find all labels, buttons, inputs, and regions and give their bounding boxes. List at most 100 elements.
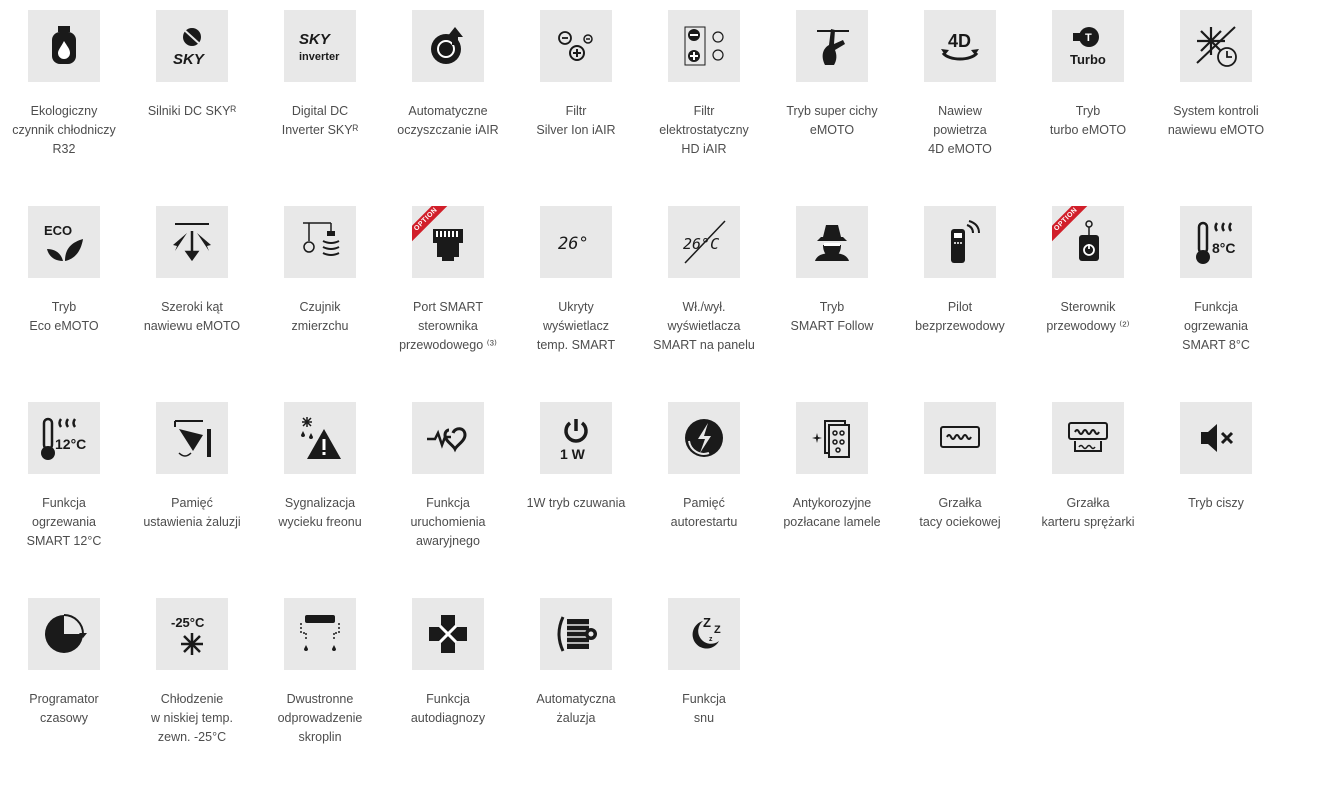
feature-tile[interactable] <box>796 206 868 278</box>
svg-text:-25°C: -25°C <box>171 615 205 630</box>
feature-tile[interactable]: OPTION <box>1052 206 1124 278</box>
feature-tile[interactable]: ECO <box>28 206 100 278</box>
auto-clean-icon <box>425 23 471 69</box>
feature-item: ECO Tryb Eco eMOTO <box>8 206 120 402</box>
feature-item: Grzałka tacy ociekowej <box>904 402 1016 598</box>
feature-tile[interactable] <box>924 402 996 474</box>
feature-label: Pamięć autorestartu <box>670 496 738 529</box>
feature-tile[interactable]: 12°C <box>28 402 100 474</box>
feature-tile[interactable]: 1 W <box>540 402 612 474</box>
feature-tile[interactable] <box>796 402 868 474</box>
feature-tile[interactable] <box>924 206 996 278</box>
feature-label: Sterownik przewodowy ⁽²⁾ <box>1046 300 1130 333</box>
feature-tile[interactable]: T Turbo <box>1052 10 1124 82</box>
feature-item: T Turbo Tryb turbo eMOTO <box>1032 10 1144 206</box>
freon-leak-warning-icon <box>297 415 343 461</box>
feature-item: -25°C Chłodzenie w niskiej temp. zewn. -2… <box>136 598 248 794</box>
feature-label: Chłodzenie w niskiej temp. zewn. -25°C <box>151 692 233 744</box>
svg-text:inverter: inverter <box>299 51 340 63</box>
feature-tile[interactable] <box>1180 402 1252 474</box>
feature-tile[interactable] <box>412 598 484 670</box>
feature-label: Funkcja ogrzewania SMART 8°C <box>1182 300 1250 352</box>
feature-label: Digital DC Inverter SKYᴿ <box>281 104 359 137</box>
feature-item: Antykorozyjne pozłacane lamele <box>776 402 888 598</box>
feature-label: Automatyczna żaluzja <box>536 692 616 725</box>
feature-item: Z Zz Funkcja snu <box>648 598 760 794</box>
feature-tile[interactable] <box>28 598 100 670</box>
feature-item: Programator czasowy <box>8 598 120 794</box>
feature-item: Funkcja autodiagnozy <box>392 598 504 794</box>
feature-item: Pamięć ustawienia żaluzji <box>136 402 248 598</box>
feature-tile[interactable]: -25°C <box>156 598 228 670</box>
svg-text:Turbo: Turbo <box>1070 52 1106 67</box>
feature-item: Tryb super cichy eMOTO <box>776 10 888 206</box>
feature-tile[interactable] <box>156 206 228 278</box>
feature-icon-grid: Ekologiczny czynnik chłodniczy R32 SKY Sil… <box>0 10 1342 794</box>
svg-text:4D: 4D <box>948 31 971 51</box>
feature-item: Sygnalizacja wycieku freonu <box>264 402 376 598</box>
feature-label: Funkcja uruchomienia awaryjnego <box>410 496 486 548</box>
feature-item: SKY Silniki DC SKYᴿ <box>136 10 248 206</box>
mute-icon <box>1193 415 1239 461</box>
feature-tile[interactable]: 4D <box>924 10 996 82</box>
feature-item: Tryb SMART Follow <box>776 206 888 402</box>
svg-text:T: T <box>1085 32 1092 44</box>
feature-tile[interactable] <box>540 10 612 82</box>
feature-item: OPTION Port SMART sterownika przewodowego… <box>392 206 504 402</box>
feature-tile[interactable] <box>156 402 228 474</box>
auto-louver-icon <box>553 611 599 657</box>
feature-item: 26°C Wł./wył. wyświetlacza SMART na panel… <box>648 206 760 402</box>
feature-label: Sygnalizacja wycieku freonu <box>278 496 362 529</box>
feature-tile[interactable]: SKY inverter <box>284 10 356 82</box>
feature-tile[interactable] <box>284 402 356 474</box>
timer-icon <box>41 611 87 657</box>
feature-item: Czujnik zmierzchu <box>264 206 376 402</box>
silver-ion-filter-icon <box>553 23 599 69</box>
feature-tile[interactable] <box>284 206 356 278</box>
feature-tile[interactable]: SKY <box>156 10 228 82</box>
feature-label: Silniki DC SKYᴿ <box>147 104 237 118</box>
feature-item: Pilot bezprzewodowy <box>904 206 1016 402</box>
super-quiet-icon <box>809 23 855 69</box>
feature-label: Tryb turbo eMOTO <box>1049 104 1127 137</box>
low-temp-cooling-icon: -25°C <box>169 611 215 657</box>
feature-tile[interactable] <box>540 598 612 670</box>
feature-tile[interactable] <box>796 10 868 82</box>
eco-leaf-icon: ECO <box>41 219 87 265</box>
crankcase-heater-icon <box>1065 415 1111 461</box>
feature-tile[interactable] <box>412 402 484 474</box>
heating-8c-icon: 8°C <box>1193 219 1239 265</box>
feature-tile[interactable]: 26° <box>540 206 612 278</box>
feature-tile[interactable] <box>1052 402 1124 474</box>
svg-text:12°C: 12°C <box>55 436 86 452</box>
wide-angle-airflow-icon <box>169 219 215 265</box>
feature-item: 1 W 1W tryb czuwania <box>520 402 632 598</box>
feature-tile[interactable]: OPTION <box>412 206 484 278</box>
feature-item: 26° Ukryty wyświetlacz temp. SMART <box>520 206 632 402</box>
feature-tile[interactable] <box>412 10 484 82</box>
feature-label: Grzałka karteru sprężarki <box>1041 496 1135 529</box>
feature-tile[interactable] <box>28 10 100 82</box>
drain-pan-heater-icon <box>937 415 983 461</box>
feature-label: Funkcja autodiagnozy <box>410 692 486 725</box>
feature-tile[interactable] <box>284 598 356 670</box>
feature-tile[interactable] <box>668 402 740 474</box>
feature-label: 1W tryb czuwania <box>526 496 626 510</box>
feature-label: Automatyczne oczyszczanie iAIR <box>397 104 499 137</box>
feature-tile[interactable]: 26°C <box>668 206 740 278</box>
display-toggle-icon: 26°C <box>681 219 727 265</box>
feature-tile[interactable] <box>1180 10 1252 82</box>
feature-item: Automatyczna żaluzja <box>520 598 632 794</box>
feature-tile[interactable]: ZZz <box>668 598 740 670</box>
svg-text:1 W: 1 W <box>560 446 586 461</box>
feature-tile[interactable] <box>668 10 740 82</box>
gas-cylinder-icon <box>41 23 87 69</box>
feature-label: Grzałka tacy ociekowej <box>919 496 1001 529</box>
feature-label: Funkcja ogrzewania SMART 12°C <box>26 496 102 548</box>
feature-tile[interactable]: 8°C <box>1180 206 1252 278</box>
feature-label: System kontroli nawiewu eMOTO <box>1167 104 1265 137</box>
feature-item: 4D Nawiew powietrza 4D eMOTO <box>904 10 1016 206</box>
feature-item: 12°C Funkcja ogrzewania SMART 12°C <box>8 402 120 598</box>
feature-label: Funkcja snu <box>682 692 726 725</box>
svg-text:SKY: SKY <box>299 31 332 48</box>
